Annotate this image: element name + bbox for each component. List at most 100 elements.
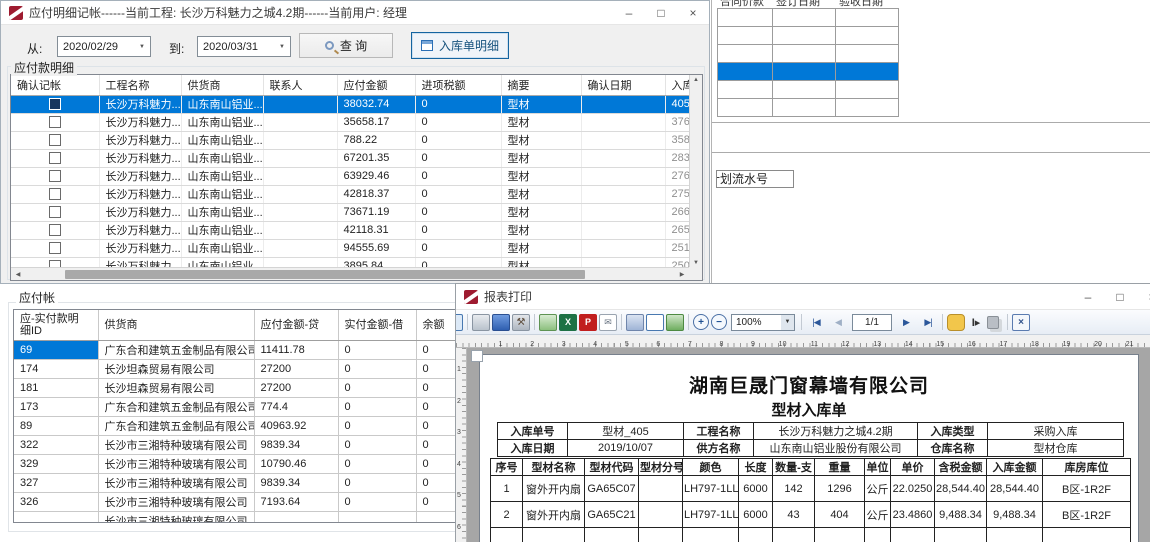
checkbox[interactable] [49, 98, 61, 110]
hand-tool-icon[interactable] [947, 314, 965, 331]
zoom-combobox[interactable]: 100% ▼ [731, 314, 795, 331]
checkbox[interactable] [49, 170, 61, 182]
table-row[interactable] [718, 99, 899, 117]
column-header[interactable]: 供货商 [98, 310, 254, 340]
minimize-button[interactable]: – [613, 1, 645, 24]
last-page-icon[interactable]: ▶| [918, 314, 938, 331]
table-row[interactable] [718, 45, 899, 63]
scroll-up-icon[interactable]: ▲ [693, 77, 699, 83]
table-row[interactable]: 69广东合和建筑五金制品有限公司11411.7800 [14, 340, 458, 359]
print-setup-icon[interactable] [626, 314, 644, 331]
checkbox[interactable] [49, 224, 61, 236]
column-header[interactable]: 工程名称 [99, 75, 181, 95]
preview-window-icon[interactable] [456, 314, 463, 331]
table-row[interactable]: 长沙万科魅力...山东南山铝业...35658.170型材376 [11, 113, 691, 131]
title-bar[interactable]: 报表打印 – □ × [456, 284, 1150, 310]
column-header[interactable]: 型材代码 [585, 459, 639, 476]
zoom-in-icon[interactable]: + [693, 314, 709, 330]
column-header[interactable]: 应付金额 [337, 75, 415, 95]
column-header[interactable]: 确认记帐 [11, 75, 99, 95]
close-button[interactable]: × [1136, 284, 1150, 309]
table-row[interactable]: 长沙万科魅力...山东南山铝业...42118.310型材265 [11, 221, 691, 239]
checkbox[interactable] [49, 206, 61, 218]
table-row[interactable]: 327长沙市三湘特种玻璃有限公司9839.3400 [14, 473, 458, 492]
export-excel-icon[interactable]: X [559, 314, 577, 331]
multi-page-icon[interactable] [666, 314, 684, 331]
checkbox[interactable] [49, 242, 61, 254]
table-row[interactable] [718, 63, 899, 81]
scrollbar-thumb[interactable] [65, 270, 585, 279]
column-header[interactable]: 单价 [891, 459, 935, 476]
maximize-button[interactable]: □ [1104, 284, 1136, 309]
checkbox[interactable] [49, 152, 61, 164]
export-pdf-icon[interactable]: P [579, 314, 597, 331]
table-row[interactable]: 长沙万科魅力...山东南山铝业...67201.350型材283 [11, 149, 691, 167]
table-row[interactable]: 89广东合和建筑五金制品有限公司40963.9200 [14, 416, 458, 435]
table-row[interactable] [718, 9, 899, 27]
inbound-detail-button[interactable]: 入库单明细 [411, 32, 509, 59]
print-icon[interactable] [472, 314, 490, 331]
column-header[interactable]: 重量 [815, 459, 865, 476]
column-header[interactable]: 型材名称 [523, 459, 585, 476]
text-select-tool-icon[interactable]: I▸ [967, 314, 985, 331]
table-row[interactable]: 329长沙市三湘特种玻璃有限公司10790.4600 [14, 454, 458, 473]
column-header[interactable]: 长度 [739, 459, 773, 476]
horizontal-scrollbar[interactable]: ◀ ▶ [11, 267, 689, 280]
column-header[interactable]: 库房库位 [1043, 459, 1131, 476]
scroll-down-icon[interactable]: ▼ [693, 260, 699, 266]
column-header[interactable]: 序号 [491, 459, 523, 476]
chevron-down-icon[interactable]: ▼ [134, 37, 150, 56]
table-row[interactable]: 长沙万科魅力...山东南山铝业...63929.460型材276 [11, 167, 691, 185]
next-page-icon[interactable]: ▶ [896, 314, 916, 331]
checkbox[interactable] [49, 188, 61, 200]
checkbox[interactable] [49, 116, 61, 128]
copy-pages-icon[interactable] [987, 316, 999, 329]
vertical-scrollbar[interactable]: ▲ ▼ [689, 75, 702, 268]
table-row[interactable]: 长沙万科魅力...山东南山铝业...42818.370型材275 [11, 185, 691, 203]
column-header[interactable]: 颜色 [683, 459, 739, 476]
close-preview-icon[interactable]: × [1012, 314, 1030, 331]
chevron-down-icon[interactable]: ▼ [781, 315, 794, 330]
zoom-out-icon[interactable]: − [711, 314, 727, 330]
table-row[interactable]: 322长沙市三湘特种玻璃有限公司9839.3400 [14, 435, 458, 454]
table-row[interactable]: 长沙万科魅力...山东南山铝业...73671.190型材266 [11, 203, 691, 221]
export-mail-icon[interactable]: ✉ [599, 314, 617, 331]
table-row[interactable]: 入库日期2019/10/07供方名称山东南山铝业股份有限公司仓库名称型材仓库 [498, 440, 1124, 457]
column-header[interactable]: 单位 [865, 459, 891, 476]
table-row[interactable]: 326长沙市三湘特种玻璃有限公司7193.6400 [14, 492, 458, 511]
table-row[interactable] [718, 81, 899, 99]
column-header[interactable]: 联系人 [263, 75, 337, 95]
column-header[interactable]: 入库 [665, 75, 691, 95]
table-row[interactable]: 入库单号型材_405工程名称长沙万科魅力之城4.2期入库类型采购入库 [498, 423, 1124, 440]
table-row[interactable]: 181长沙坦森贸易有限公司2720000 [14, 378, 458, 397]
column-header[interactable]: 含税金额 [935, 459, 987, 476]
from-date-combobox[interactable]: 2020/02/29 ▼ [57, 36, 151, 57]
table-row[interactable]: 173广东合和建筑五金制品有限公司774.400 [14, 397, 458, 416]
column-header[interactable]: 数量-支 [773, 459, 815, 476]
to-date-combobox[interactable]: 2020/03/31 ▼ [197, 36, 291, 57]
chevron-down-icon[interactable]: ▼ [274, 37, 290, 56]
table-row[interactable] [491, 528, 1131, 542]
column-header[interactable]: 型材分号 [639, 459, 683, 476]
table-row[interactable]: 长沙万科魅力...山东南山铝业...94555.690型材251 [11, 239, 691, 257]
table-row[interactable]: 长沙市三湘特种玻璃有限公司 [14, 511, 458, 523]
column-header[interactable]: 供货商 [181, 75, 263, 95]
title-bar[interactable]: 应付明细记帐------当前工程: 长沙万科魅力之城4.2期------当前用户… [1, 1, 709, 25]
table-row[interactable]: 长沙万科魅力...山东南山铝业...38032.740型材405 [11, 95, 691, 113]
maximize-button[interactable]: □ [645, 1, 677, 24]
table-row[interactable]: 长沙万科魅力...山东南山铝业...788.220型材358 [11, 131, 691, 149]
table-row[interactable] [718, 27, 899, 45]
serial-number-field[interactable]: 计划流水号 [716, 170, 794, 188]
table-row[interactable]: 2窗外开内扇GA65C21LH797-1LL600043404公斤23.4860… [491, 502, 1131, 528]
table-row[interactable]: 1窗外开内扇GA65C07LH797-1LL60001421296公斤22.02… [491, 476, 1131, 502]
column-header[interactable]: 摘要 [501, 75, 581, 95]
column-header[interactable]: 应付金额-贷 [254, 310, 338, 340]
column-header[interactable]: 入库金额 [987, 459, 1043, 476]
first-page-icon[interactable]: |◀ [806, 314, 826, 331]
column-header[interactable]: 进项税额 [415, 75, 501, 95]
table-row[interactable]: 174长沙坦森贸易有限公司2720000 [14, 359, 458, 378]
column-header[interactable]: 应-实付款明 细ID [14, 310, 98, 340]
column-header[interactable]: 余额 [416, 310, 458, 340]
page-settings-icon[interactable]: ⚒ [512, 314, 530, 331]
minimize-button[interactable]: – [1072, 284, 1104, 309]
